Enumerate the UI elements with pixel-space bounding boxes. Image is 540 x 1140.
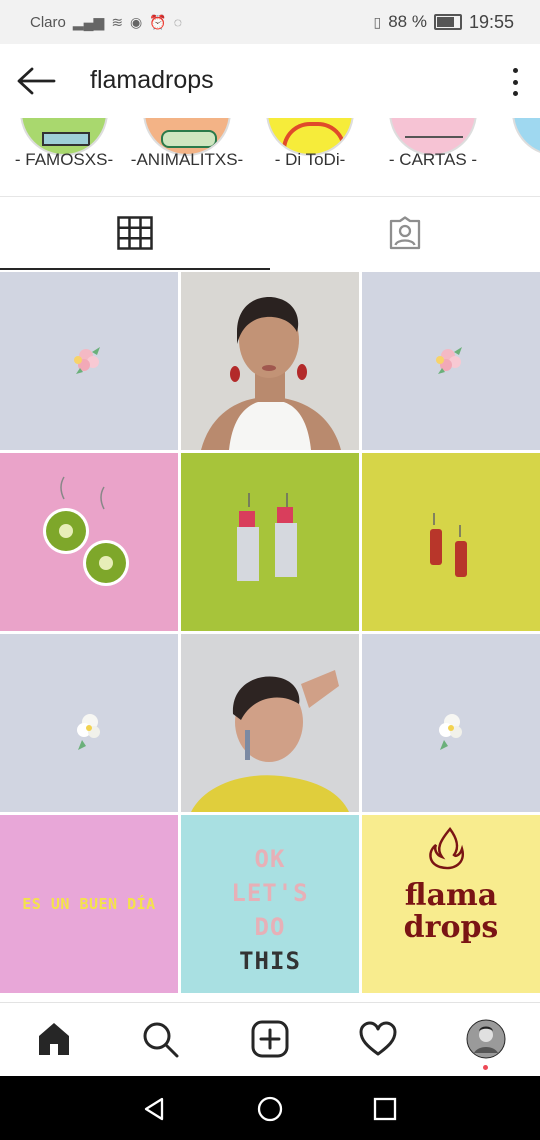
portrait-photo	[181, 272, 359, 450]
wifi-icon: ≋	[111, 13, 124, 30]
flower-pin-image	[436, 347, 462, 374]
tab-tagged[interactable]	[270, 197, 540, 269]
activity-heart-icon[interactable]	[356, 1017, 400, 1061]
tagged-person-icon	[389, 216, 421, 250]
post-flower-1[interactable]	[0, 272, 178, 450]
whatsapp-icon: ◌	[173, 14, 183, 30]
post-caption-line: OK	[254, 845, 286, 873]
white-flower-pin-image	[439, 714, 462, 750]
white-flower-pin-image	[77, 714, 100, 750]
clock: 19:55	[468, 11, 514, 32]
kiwi-earrings-image	[43, 476, 129, 586]
post-caption-line: DO	[254, 913, 286, 941]
home-icon[interactable]	[32, 1017, 76, 1061]
bottle-earrings-image	[430, 513, 467, 577]
story-highlights: - FAMOSXS- -ANIMALITXS- - Di ToDi- - CAR…	[0, 118, 540, 196]
home-circle-icon[interactable]	[255, 1094, 285, 1124]
back-arrow-icon[interactable]	[16, 66, 56, 96]
highlight-label: -F	[496, 150, 540, 170]
flower-pin-image	[74, 347, 100, 374]
highlight-label: - CARTAS -	[388, 150, 478, 169]
profile-avatar[interactable]	[464, 1017, 508, 1061]
figure-earrings-image	[237, 493, 297, 581]
search-icon[interactable]	[138, 1017, 182, 1061]
new-post-icon[interactable]	[248, 1017, 292, 1061]
post-white-flower-1[interactable]	[0, 634, 178, 812]
profile-username: flamadrops	[90, 66, 214, 94]
post-caption-text: ES UN BUEN DÍA	[22, 895, 156, 913]
post-kiwi-earrings[interactable]	[0, 453, 178, 631]
more-options-icon[interactable]	[510, 68, 520, 96]
grid-icon	[117, 215, 153, 250]
back-triangle-icon[interactable]	[140, 1094, 170, 1124]
post-flamadrops-logo[interactable]: flama drops	[362, 815, 540, 993]
vibrate-icon: ▯	[373, 13, 382, 30]
highlight-label: - Di ToDi-	[274, 150, 346, 169]
bottom-navigation	[0, 1002, 540, 1077]
alarm-icon: ⏰	[149, 13, 167, 30]
eye-icon: ◉	[130, 13, 143, 30]
battery-percent: 88 %	[388, 12, 427, 31]
battery-icon	[433, 14, 462, 30]
highlight-label: -ANIMALITXS-	[130, 150, 244, 169]
post-portrait-2[interactable]	[181, 634, 359, 812]
profile-header: flamadrops	[0, 44, 540, 118]
post-white-flower-2[interactable]	[362, 634, 540, 812]
logo-text-line: drops	[403, 910, 499, 945]
tab-grid[interactable]	[0, 197, 270, 270]
post-figure-earrings[interactable]	[181, 453, 359, 631]
laughing-portrait-photo	[181, 634, 359, 812]
system-navigation-bar	[0, 1076, 540, 1140]
post-es-un-buen-dia[interactable]: ES UN BUEN DÍA	[0, 815, 178, 993]
carrier-label: Claro	[30, 13, 66, 31]
post-ok-lets-do-this[interactable]: OK LET'S DO THIS	[181, 815, 359, 993]
recents-square-icon[interactable]	[370, 1094, 400, 1124]
notification-dot	[483, 1065, 488, 1070]
highlight-label: - FAMOSXS-	[14, 150, 114, 169]
profile-tabs	[0, 196, 540, 271]
logo-text-line: flama	[404, 878, 498, 913]
status-bar: Claro ▂▄▆ ≋ ◉ ⏰ ◌ ▯ 88 % 19:55	[0, 0, 540, 44]
signal-icon: ▂▄▆	[72, 13, 105, 30]
post-bottle-earrings[interactable]	[362, 453, 540, 631]
post-caption-line: LET'S	[231, 879, 309, 907]
post-caption-line: THIS	[239, 947, 301, 975]
post-flower-2[interactable]	[362, 272, 540, 450]
post-portrait-1[interactable]	[181, 272, 359, 450]
